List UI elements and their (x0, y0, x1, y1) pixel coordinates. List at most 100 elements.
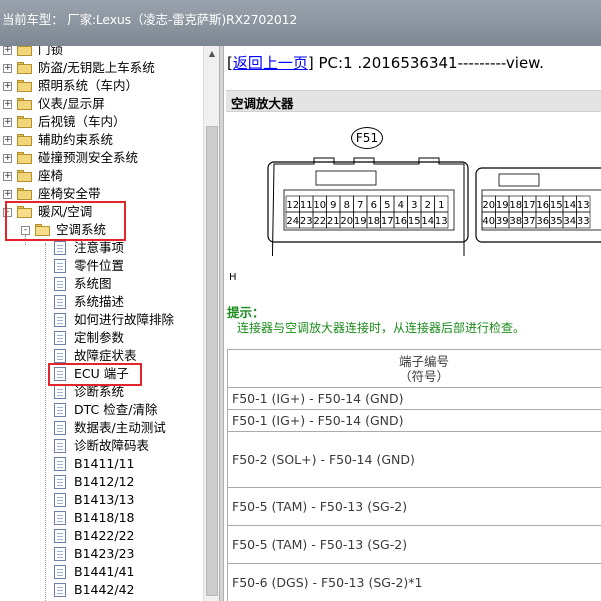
expand-icon[interactable]: + (3, 118, 12, 127)
tree-item-doc[interactable]: 如何进行故障排除 (0, 311, 203, 329)
connector-diagram: 12 11 10 9 8 7 6 5 4 3 2 124 23 22 21 20 19 18 17 16 15 14 132… (267, 157, 601, 256)
folder-icon (17, 80, 33, 92)
expand-icon[interactable]: + (3, 82, 12, 91)
tree-item-folder[interactable]: + 辅助约束系统 (0, 131, 203, 149)
tree-item-folder[interactable]: + 仪表/显示屏 (0, 95, 203, 113)
tree-item-doc[interactable]: B1411/11 (0, 455, 203, 473)
tree-item-doc[interactable]: B1422/22 (0, 527, 203, 545)
document-icon (54, 331, 66, 345)
tree-item-label: B1412/12 (74, 474, 135, 489)
tree-item-folder[interactable]: + 后视镜（车内） (0, 113, 203, 131)
tree-item-label: 碰撞预测安全系统 (38, 150, 139, 165)
scroll-up-arrow-icon[interactable]: ▲ (204, 46, 220, 62)
scroll-thumb[interactable] (206, 126, 218, 596)
document-icon (54, 529, 66, 543)
pin-number: 24 (286, 216, 299, 227)
pin-number: 1 (438, 200, 444, 211)
pin-number: 11 (300, 200, 313, 211)
document-icon (54, 511, 66, 525)
nav-line: [返回上一页] PC:1 .2016536341---------view. (227, 54, 544, 72)
document-icon (54, 385, 66, 399)
tree-item-doc[interactable]: 系统图 (0, 275, 203, 293)
tree-item-label: 辅助约束系统 (38, 132, 114, 147)
expand-icon[interactable]: + (3, 46, 12, 55)
document-icon (54, 349, 66, 363)
tree-item-label: 防盗/无钥匙上车系统 (38, 60, 155, 75)
tree-item-doc[interactable]: B1441/41 (0, 563, 203, 581)
folder-icon (17, 98, 33, 110)
pin-number: 33 (577, 216, 590, 227)
header-line2: （符号） (398, 368, 449, 384)
folder-icon (17, 188, 33, 200)
pin-number: 19 (354, 216, 367, 227)
folder-icon (17, 116, 33, 128)
table-row: F50-2 (SOL+) - F50-14 (GND) (227, 431, 601, 488)
tree-item-doc[interactable]: B1413/13 (0, 491, 203, 509)
pin-number: 13 (577, 200, 590, 211)
tree-item-doc[interactable]: 诊断故障码表 (0, 437, 203, 455)
tree-item-doc[interactable]: 数据表/主动测试 (0, 419, 203, 437)
connector-latch (315, 170, 377, 186)
terminal-cell: F50-1 (IG+) - F50-14 (GND) (227, 409, 601, 432)
terminal-header: 端子编号 （符号） (227, 349, 601, 388)
tree-item-label: B1441/41 (74, 564, 135, 579)
expand-icon[interactable]: + (3, 64, 12, 73)
tree-item-folder[interactable]: + 照明系统（车内） (0, 77, 203, 95)
tree-item-doc[interactable]: B1423/23 (0, 545, 203, 563)
table-row: F50-1 (IG+) - F50-14 (GND) (227, 387, 601, 410)
expand-icon[interactable]: + (3, 190, 12, 199)
terminal-cell: F50-1 (IG+) - F50-14 (GND) (227, 387, 601, 410)
tree-item-folder[interactable]: + 碰撞预测安全系统 (0, 149, 203, 167)
tree-item-doc[interactable]: 注意事项 (0, 239, 203, 257)
expand-icon[interactable]: + (3, 154, 12, 163)
tree-item-folder[interactable]: + 座椅 (0, 167, 203, 185)
pin-number: 17 (381, 216, 394, 227)
tree-item-label: B1411/11 (74, 456, 135, 471)
back-link[interactable]: 返回上一页 (233, 54, 308, 72)
expand-icon[interactable]: + (3, 136, 12, 145)
pin-number: 38 (509, 216, 522, 227)
pin-number: 13 (435, 216, 448, 227)
pin-number: 14 (563, 200, 576, 211)
table-row: F50-5 (TAM) - F50-13 (SG-2) (227, 487, 601, 526)
tree-item-label: 后视镜（车内） (38, 114, 126, 129)
document-icon (54, 259, 66, 273)
tree-item-label: B1418/18 (74, 510, 135, 525)
document-icon (54, 439, 66, 453)
pin-number: 17 (523, 200, 536, 211)
table-row: F50-1 (IG+) - F50-14 (GND) (227, 409, 601, 432)
tree-item-label: 座椅 (38, 168, 64, 183)
document-icon (54, 313, 66, 327)
pin-number: 14 (421, 216, 434, 227)
tree-item-doc[interactable]: B1412/12 (0, 473, 203, 491)
folder-icon (17, 134, 33, 146)
tree-item-label: 诊断故障码表 (74, 438, 150, 453)
expand-icon[interactable]: + (3, 172, 12, 181)
pin-number: 15 (408, 216, 421, 227)
pin-number: 4 (398, 200, 404, 211)
tree-item-label: 仪表/显示屏 (38, 96, 105, 111)
tree-item-doc[interactable]: B1442/42 (0, 581, 203, 599)
expand-icon[interactable]: + (3, 100, 12, 109)
content-pane: [返回上一页] PC:1 .2016536341---------view. 空… (224, 46, 601, 601)
tree-item-doc[interactable]: DTC 检查/清除 (0, 401, 203, 419)
tree-item-doc[interactable]: 定制参数 (0, 329, 203, 347)
pin-number: 20 (340, 216, 353, 227)
tree-item-folder[interactable]: + 门锁 (0, 46, 203, 59)
pin-number: 18 (509, 200, 522, 211)
tree-item-doc[interactable]: 系统描述 (0, 293, 203, 311)
section-header: 空调放大器 (226, 90, 601, 112)
tree-scrollbar[interactable]: ▲ (203, 46, 219, 601)
table-row: F50-6 (DGS) - F50-13 (SG-2)*1 (227, 563, 601, 601)
terminal-cell: F50-2 (SOL+) - F50-14 (GND) (227, 431, 601, 488)
connector2-latch (498, 173, 540, 187)
tree-item-folder[interactable]: + 防盗/无钥匙上车系统 (0, 59, 203, 77)
folder-icon (17, 62, 33, 74)
tree-item-label: B1422/22 (74, 528, 135, 543)
tree-item-doc[interactable]: 零件位置 (0, 257, 203, 275)
pin-number: 8 (344, 200, 350, 211)
document-icon (54, 403, 66, 417)
document-icon (54, 547, 66, 561)
pin-number: 15 (550, 200, 563, 211)
tree-item-doc[interactable]: B1418/18 (0, 509, 203, 527)
